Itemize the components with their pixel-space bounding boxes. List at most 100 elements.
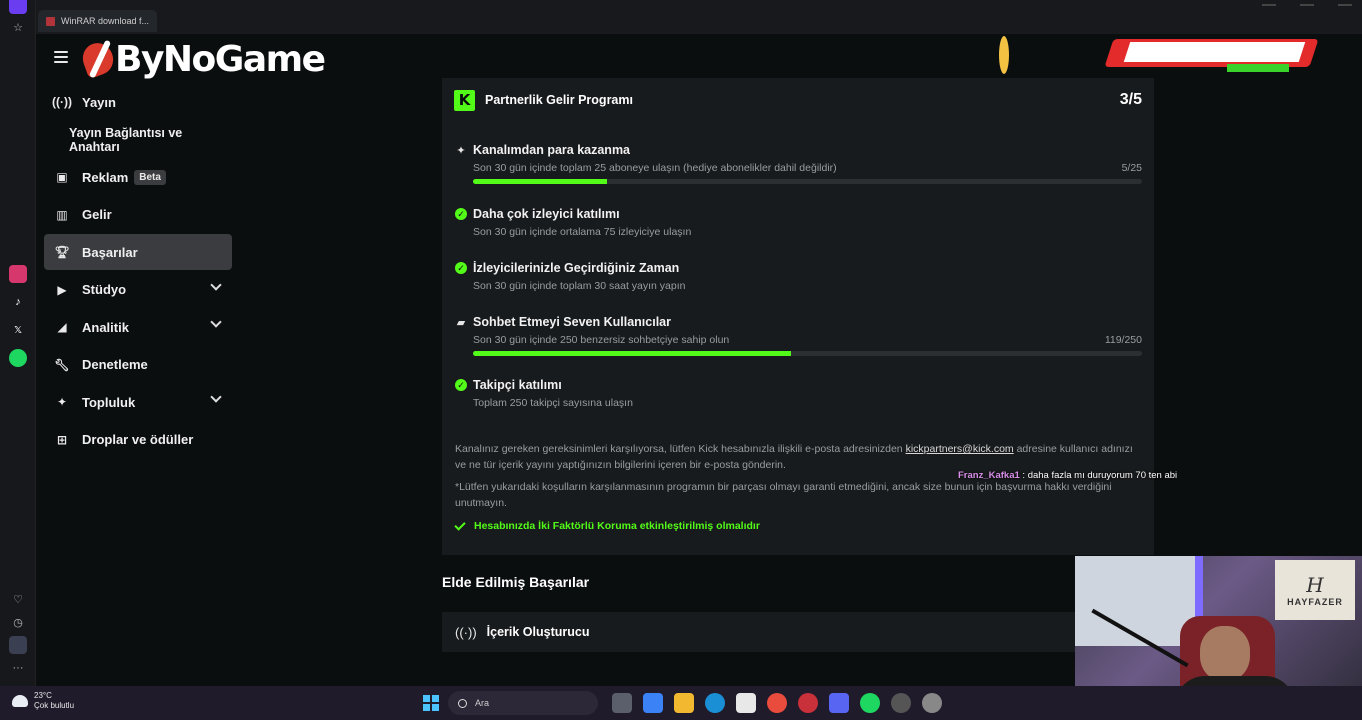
sidebar-item-label: Yayın	[82, 94, 116, 110]
chrome-icon[interactable]	[767, 693, 787, 713]
earned-achievements-title: Elde Edilmiş Başarılar	[442, 574, 590, 590]
chat-bubble-icon: ▰	[456, 316, 466, 329]
search-placeholder: Ara	[475, 698, 490, 708]
sidebar-item-basarilar[interactable]: 🏆︎ Başarılar	[44, 234, 232, 270]
sidebar-item-label: Topluluk	[82, 394, 136, 410]
requirement-title: Daha çok izleyici katılımı	[473, 207, 620, 221]
spotify-icon[interactable]	[860, 693, 880, 713]
sidebar-item-droplar[interactable]: ⊞ Droplar ve ödüller	[44, 422, 232, 458]
chat-username: Franz_Kafka1	[958, 470, 1020, 481]
opera-gx-icon[interactable]	[798, 693, 818, 713]
requirement-stream-time: ✓ İzleyicilerinizle Geçirdiğiniz Zaman S…	[455, 261, 1142, 295]
window-controls	[1262, 0, 1352, 8]
heart-icon[interactable]: ♡	[9, 590, 27, 608]
requirement-description: Son 30 gün içinde toplam 25 aboneye ulaş…	[473, 162, 837, 174]
logo-mark-icon	[78, 38, 119, 80]
application-note: *Lütfen yukarıdaki koşulların karşılanma…	[455, 481, 1112, 509]
overlay-banner-inner	[1123, 42, 1306, 62]
check-circle-icon: ✓	[455, 379, 467, 391]
discord-icon[interactable]	[829, 693, 849, 713]
sidebar-item-label: Denetleme	[82, 357, 148, 372]
progress-count: 3/5	[1119, 91, 1142, 108]
broadcast-icon: ((·))	[455, 624, 477, 640]
sidebar-item-gelir[interactable]: ▥ Gelir	[44, 197, 232, 233]
stream-chat-overlay: Franz_Kafka1 : daha fazla mı duruyorum 7…	[958, 470, 1177, 481]
taskbar-search[interactable]: Ara	[448, 691, 598, 715]
task-view-icon[interactable]	[612, 693, 632, 713]
card-title: Partnerlik Gelir Programı	[485, 93, 633, 107]
info-text: Kanalınız gereken gereksinimleri karşılı…	[455, 443, 903, 455]
star-icon[interactable]: ☆	[9, 18, 27, 36]
obs-icon[interactable]	[891, 693, 911, 713]
streamer-head	[1200, 626, 1250, 681]
requirement-description: Son 30 gün içinde ortalama 75 izleyiciye…	[473, 226, 692, 238]
requirement-monetization: ✦ Kanalımdan para kazanma Son 30 gün içi…	[455, 143, 1142, 187]
x-icon[interactable]: 𝕏	[9, 321, 27, 339]
overlay-decoration	[999, 36, 1009, 74]
sidebar-item-label: Yayın Bağlantısı ve Anahtarı	[69, 125, 183, 154]
broadcast-icon: ((·))	[52, 95, 72, 109]
tiktok-icon[interactable]: ♪	[9, 293, 27, 311]
weather-widget[interactable]: 23°C Çok bulutlu	[12, 691, 74, 711]
application-info: Kanalınız gereken gereksinimleri karşılı…	[455, 441, 1138, 473]
chevron-down-icon[interactable]	[210, 316, 222, 328]
weather-condition: Çok bulutlu	[34, 701, 75, 710]
windows-start-icon[interactable]	[423, 695, 439, 711]
spotify-icon[interactable]	[9, 349, 27, 367]
more-icon[interactable]: ···	[9, 659, 27, 677]
sidebar-item-analitik[interactable]: ◢ Analitik	[44, 309, 232, 345]
check-circle-icon: ✓	[455, 208, 467, 220]
sidebar-item-label: Stüdyo	[82, 282, 127, 297]
opera-icon[interactable]	[9, 0, 27, 14]
copilot-icon[interactable]	[643, 693, 663, 713]
store-icon[interactable]	[736, 693, 756, 713]
ad-icon: ▣	[56, 170, 68, 184]
sidebar-item-denetleme[interactable]: 🔧︎ Denetleme	[44, 347, 232, 383]
chevron-down-icon[interactable]	[210, 391, 222, 403]
requirement-progress-text: 119/250	[1104, 334, 1142, 346]
video-icon: ▶	[57, 282, 67, 297]
maximize-icon[interactable]	[1300, 4, 1314, 6]
trophy-icon: 🏆︎	[54, 245, 70, 259]
earned-achievement-item[interactable]: ((·)) İçerik Oluşturucu	[442, 612, 1154, 652]
minimize-icon[interactable]	[1262, 4, 1276, 6]
tab-strip: WinRAR download f...	[38, 10, 158, 32]
sidebar-item-reklam[interactable]: ▣ Reklam Beta	[44, 159, 232, 195]
achievement-label: İçerik Oluşturucu	[486, 625, 590, 639]
dashboard-sidebar: ((·)) Yayın Yayın Bağlantısı ve Anahtarı…	[44, 84, 232, 459]
requirement-title: İzleyicilerinizle Geçirdiğiniz Zaman	[473, 261, 680, 275]
requirement-description: Son 30 gün içinde toplam 30 saat yayın y…	[473, 280, 686, 292]
wrench-icon: 🔧︎	[54, 357, 70, 372]
sidebar-item-label: Droplar ve ödüller	[82, 432, 194, 447]
overlay-banner-accent	[1227, 64, 1289, 72]
progress-bar	[473, 351, 1142, 356]
requirement-title: Sohbet Etmeyi Seven Kullanıcılar	[473, 315, 671, 329]
windows-taskbar: 23°C Çok bulutlu Ara	[0, 686, 1362, 720]
instagram-icon[interactable]	[9, 265, 27, 283]
hamburger-menu-icon[interactable]	[54, 51, 68, 63]
sidebar-item-topluluk[interactable]: ✦ Topluluk	[44, 384, 232, 420]
media-player-icon[interactable]	[922, 693, 942, 713]
partner-program-card: K Partnerlik Gelir Programı 3/5 ✦ Kanalı…	[442, 78, 1154, 555]
two-factor-text: Hesabınızda İki Faktörlü Koruma etkinleş…	[474, 520, 760, 532]
sidebar-item-label: Başarılar	[82, 244, 138, 260]
sidebar-item-studyo[interactable]: ▶ Stüdyo	[44, 272, 232, 308]
clock-icon[interactable]: ◷	[9, 613, 27, 631]
requirement-title: Kanalımdan para kazanma	[473, 143, 631, 157]
sidebar-item-yayin[interactable]: ((·)) Yayın	[44, 84, 232, 120]
taskbar-apps	[612, 693, 942, 713]
analytics-icon: ◢	[57, 320, 67, 334]
close-icon[interactable]	[1338, 4, 1352, 6]
community-icon: ✦	[56, 395, 68, 409]
browser-tab[interactable]: WinRAR download f...	[38, 10, 158, 32]
edge-icon[interactable]	[705, 693, 725, 713]
two-factor-requirement: Hesabınızda İki Faktörlü Koruma etkinleş…	[454, 518, 760, 532]
chevron-down-icon[interactable]	[210, 278, 222, 291]
chat-message: : daha fazla mı duruyorum 70 ten abi	[1022, 470, 1178, 481]
file-explorer-icon[interactable]	[674, 693, 694, 713]
requirement-description: Toplam 250 takipçi sayısına ulaşın	[473, 397, 633, 409]
partner-email-link[interactable]: kickpartners@kick.com	[906, 443, 1014, 455]
poster-letter: H	[1306, 573, 1324, 597]
sidebar-item-stream-key[interactable]: Yayın Bağlantısı ve Anahtarı	[44, 122, 232, 158]
box-icon[interactable]	[9, 636, 27, 654]
